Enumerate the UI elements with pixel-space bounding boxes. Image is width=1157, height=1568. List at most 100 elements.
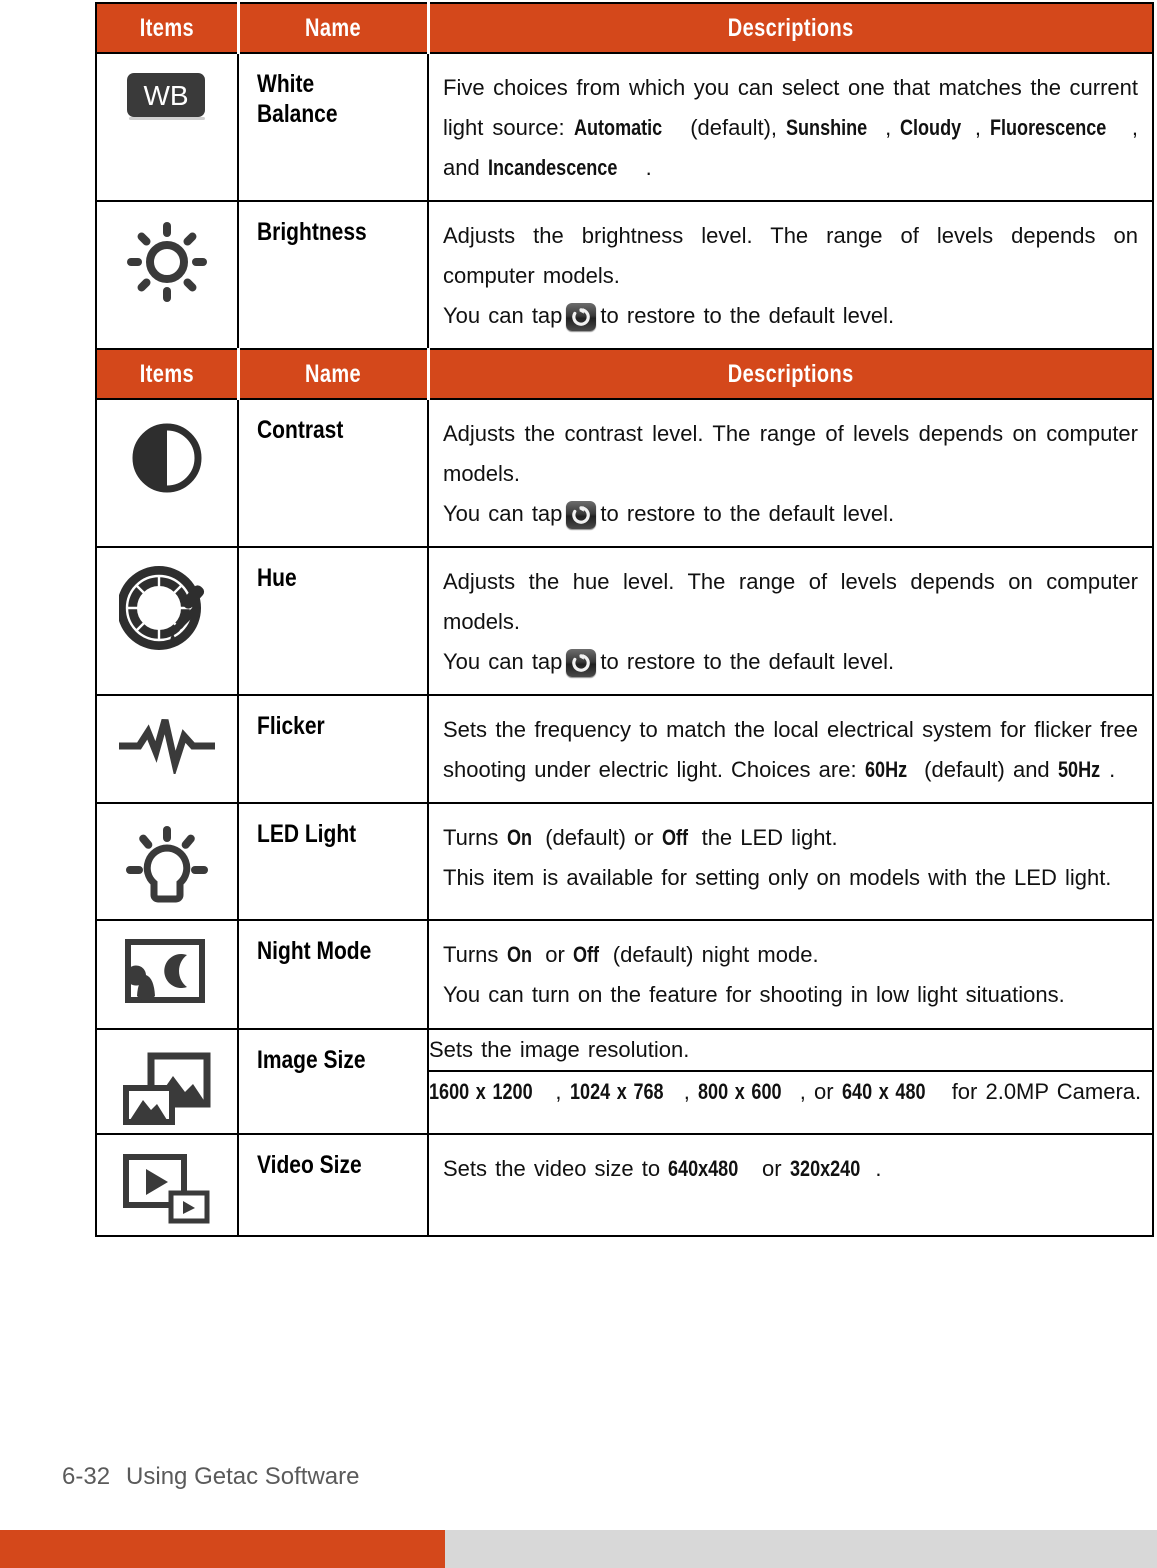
emphasized-value: Incandescence [487,155,618,181]
footer-page-number: 6-32 [62,1463,111,1490]
row-name-cell: Night Mode [237,919,429,1030]
footer-bar-grey [445,1530,1157,1568]
row-description-cell: Adjusts the hue level. The range of leve… [427,546,1154,697]
row-description-cell: Adjusts the contrast level. The range of… [427,398,1154,549]
row-name-cell: LED Light [237,802,429,922]
row-description-cell: Sets the image resolution. 1600 x 1200, … [427,1027,1154,1135]
emphasized-value: 800 x 600 [697,1078,782,1104]
image-size-subtable: Sets the image resolution. 1600 x 1200, … [429,1029,1152,1112]
restore-text-before: You can tap [443,649,563,675]
header-cell-descriptions: Descriptions [426,348,1154,401]
description-paragraph: Sets the video size to 640x480 or 320x24… [443,1149,1138,1189]
emphasized-value: 50Hz [1057,757,1100,783]
table-row: Brightness Adjusts the brightness level.… [95,200,1154,351]
header-cell-descriptions: Descriptions [426,2,1154,54]
row-name-cell: Video Size [237,1132,429,1237]
setting-name: Image Size [257,1045,366,1074]
restore-text-before: You can tap [443,501,563,527]
header-label-items: Items [139,359,194,388]
emphasized-value: On [506,942,532,968]
emphasized-value: 640x480 [668,1155,739,1181]
row-description-cell: Sets the frequency to match the local el… [427,694,1154,805]
row-name-cell: Contrast [237,398,429,549]
led-light-bulb-icon [122,822,212,914]
restore-text-after: to restore to the default level. [600,649,895,675]
table-header-row-1: Items Name Descriptions [95,2,1154,54]
row-icon-cell [95,1132,239,1237]
emphasized-value: Fluorescence [990,115,1107,141]
restore-text-after: to restore to the default level. [600,303,895,329]
description-paragraph-2: This item is available for setting only … [443,865,1112,891]
video-size-play-icon [121,1151,213,1227]
camera-settings-table: Items Name Descriptions WB White Balance… [95,2,1154,1237]
header-label-name: Name [304,13,362,42]
row-description-cell: Five choices from which you can select o… [427,51,1154,203]
description-paragraph: Five choices from which you can select o… [443,68,1138,188]
row-name-cell: Image Size [237,1027,429,1135]
header-label-descriptions: Descriptions [727,359,854,388]
restore-default-icon[interactable] [566,303,597,332]
description-paragraph: Adjusts the contrast level. The range of… [443,421,1138,487]
emphasized-value: 640 x 480 [841,1078,926,1104]
row-description-cell: Sets the video size to 640x480 or 320x24… [427,1132,1154,1237]
description-paragraph: Turns On (default) or Off the LED light. [443,818,1138,858]
row-icon-cell [95,802,239,922]
header-cell-name: Name [236,2,430,54]
table-row: Video Size Sets the video size to 640x48… [95,1132,1154,1237]
restore-text-after: to restore to the default level. [600,501,895,527]
description-resolutions: 1600 x 1200, 1024 x 768, 800 x 600, or 6… [429,1072,1152,1112]
footer-section-title: Using Getac Software [126,1463,360,1490]
setting-name: Hue [257,564,297,593]
setting-name: Contrast [257,416,344,445]
description-restore-line: You can tap to restore to the default lev… [443,494,1138,534]
row-icon-cell [95,919,239,1030]
row-name-cell: Brightness [237,200,429,351]
row-icon-cell: WB [95,51,239,203]
emphasized-value: Cloudy [900,115,962,141]
description-paragraph: Adjusts the hue level. The range of leve… [443,569,1138,635]
row-name-cell: White Balance [237,51,429,203]
table-row: LED Light Turns On (default) or Off the … [95,802,1154,922]
table-row: Night Mode Turns On or Off (default) nig… [95,919,1154,1030]
setting-name: Brightness [257,218,367,247]
page-footer: 6-32 Using Getac Software [62,1463,359,1491]
row-description-cell: Adjusts the brightness level. The range … [427,200,1154,351]
description-paragraph: Adjusts the brightness level. The range … [443,223,1138,289]
white-balance-wb-icon: WB [126,72,208,120]
description-paragraph: Turns On or Off (default) night mode. [443,935,1138,975]
footer-bar-orange [0,1530,445,1568]
svg-text:WB: WB [143,80,188,111]
description-paragraph: Sets the frequency to match the local el… [443,710,1138,790]
setting-name: Night Mode [257,937,372,966]
header-label-items: Items [139,13,194,42]
image-size-subrow-1: Sets the image resolution. [429,1029,1152,1072]
restore-default-icon[interactable] [566,649,597,678]
emphasized-value: 1024 x 768 [569,1078,664,1104]
header-cell-name: Name [236,348,430,401]
setting-name: Video Size [257,1150,362,1179]
header-cell-items: Items [95,2,240,54]
restore-text-before: You can tap [443,303,563,329]
setting-name: LED Light [257,820,357,849]
header-cell-items: Items [95,348,240,401]
restore-default-icon[interactable] [566,501,597,530]
row-name-cell: Hue [237,546,429,697]
contrast-icon [127,418,207,498]
emphasized-value: Off [661,825,688,851]
row-icon-cell [95,694,239,805]
brightness-sun-icon [125,220,209,304]
emphasized-value: Automatic [573,115,662,141]
image-size-subrow-2: 1600 x 1200, 1024 x 768, 800 x 600, or 6… [429,1071,1152,1112]
row-icon-cell [95,200,239,351]
table-row: Flicker Sets the frequency to match the … [95,694,1154,805]
emphasized-value: 320x240 [789,1155,860,1181]
description-restore-line: You can tap to restore to the default lev… [443,642,1138,682]
image-size-pictures-icon [121,1052,213,1128]
description-paragraph-2: You can turn on the feature for shooting… [443,982,1065,1008]
row-icon-cell [95,398,239,549]
row-name-cell: Flicker [237,694,429,805]
emphasized-value: Off [572,942,599,968]
night-mode-moon-icon [125,939,209,1005]
emphasized-value: 1600 x 1200 [429,1078,533,1104]
table-row: WB White Balance Five choices from which… [95,51,1154,203]
